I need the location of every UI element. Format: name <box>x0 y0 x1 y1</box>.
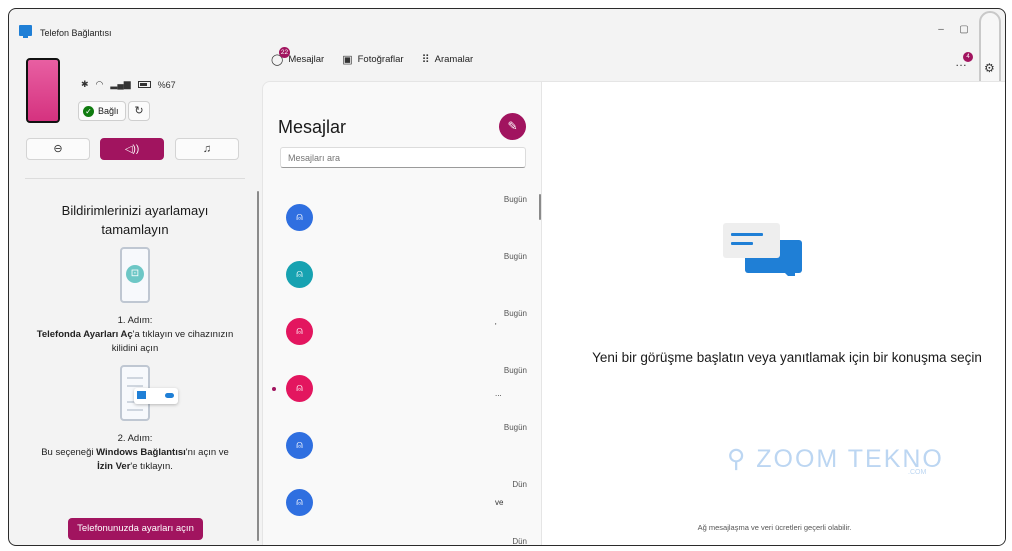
phone-link-app-icon <box>19 25 32 38</box>
conversation-item[interactable]: ⍝ Bugün <box>263 247 533 304</box>
tab-calls[interactable]: ⠿ Aramalar <box>422 53 474 66</box>
toggle-icon <box>165 393 174 398</box>
tab-bar: ◯ 22 Mesajlar ▣ Fotoğraflar ⠿ Aramalar <box>271 47 474 66</box>
conversation-snippet: ve <box>495 498 504 507</box>
messages-badge: 22 <box>279 47 290 58</box>
photo-icon: ▣ <box>342 54 353 66</box>
conversation-date: Dün <box>512 537 527 546</box>
conversations-scrollbar[interactable] <box>539 194 541 220</box>
left-scrollbar[interactable] <box>257 191 259 541</box>
signal-icon: ▂▄▆ <box>110 79 131 89</box>
music-button[interactable]: ♫ <box>175 138 239 160</box>
conversation-date: Bugün <box>503 252 527 261</box>
battery-icon <box>137 81 151 88</box>
music-note-icon: ♫ <box>202 143 212 155</box>
conversation-date: Dün <box>512 480 527 489</box>
contact-avatar-icon: ⍝ <box>286 432 313 459</box>
tab-photos[interactable]: ▣ Fotoğraflar <box>342 53 403 66</box>
phone-status-row: ✱ ◠ ▂▄▆ %67 <box>81 79 176 90</box>
conversation-view: Yeni bir görüşme başlatın veya yanıtlama… <box>542 81 1005 545</box>
conversation-item[interactable]: ⍝ Bugün ' <box>263 304 533 361</box>
connection-label: Bağlı <box>98 106 119 116</box>
contact-avatar-icon: ⍝ <box>286 204 313 231</box>
title-bar: Telefon Bağlantısı – ▢ ✕ <box>9 9 1005 41</box>
conversations-panel: Mesajlar ✎ ⍝ Bugün ⍝ Bugün ⍝ Bugün ' ⍝ B… <box>262 81 542 546</box>
wifi-icon: ◠ <box>95 79 104 89</box>
search-messages-input[interactable] <box>280 147 526 168</box>
sound-button[interactable]: ◁)) <box>100 138 164 160</box>
contact-avatar-icon: ⍝ <box>286 261 313 288</box>
lock-icon: ⊡ <box>126 265 144 283</box>
dialpad-icon: ⠿ <box>421 54 430 66</box>
conversation-date: Bugün <box>503 366 527 375</box>
conversation-item[interactable]: ⍝ Bugün ... <box>263 361 533 418</box>
refresh-icon: ↻ <box>134 105 144 117</box>
tab-label: Fotoğraflar <box>357 54 404 65</box>
setup-title: Bildirimlerinizi ayarlamayı tamamlayın <box>61 203 209 237</box>
conversation-item[interactable]: ⍝ Dün <box>263 532 533 546</box>
app-window: Telefon Bağlantısı – ▢ ✕ ✱ ◠ ▂▄▆ %67 ✓ B… <box>8 8 1006 546</box>
toggle-card-illustration <box>134 388 178 404</box>
tab-messages[interactable]: ◯ 22 Mesajlar <box>271 47 325 66</box>
notification-badge: 4 <box>963 52 973 62</box>
phone-image <box>26 58 60 123</box>
step1-heading: 1. Adım: <box>117 315 153 326</box>
illus-line <box>127 377 143 379</box>
open-settings-on-phone-button[interactable]: Telefonunuzda ayarları açın <box>68 518 203 540</box>
step1-text: 1. Adım: Telefonda Ayarları Aç'a tıklayı… <box>29 314 241 356</box>
step1-bold: Telefonda Ayarları Aç <box>36 329 133 340</box>
conversation-date: Bugün <box>503 423 527 432</box>
illus-line <box>127 409 143 411</box>
windows-link-icon <box>137 391 146 399</box>
check-icon: ✓ <box>83 105 94 117</box>
contact-avatar-icon: ⍝ <box>286 318 313 345</box>
carrier-rates-note: Ağ mesajlaşma ve veri ücretleri geçerli … <box>697 523 852 532</box>
step2-heading: 2. Adım: <box>117 433 153 444</box>
tab-label: Aramalar <box>434 54 474 65</box>
conversation-item[interactable]: ⍝ Dün ve <box>263 475 533 532</box>
step2-bold1: Windows Bağlantısı <box>96 447 186 458</box>
step2-text: 2. Adım: Bu seçeneği Windows Bağlantısı'… <box>29 432 241 474</box>
new-message-button[interactable]: ✎ <box>499 113 526 140</box>
unread-indicator <box>272 387 276 391</box>
gear-icon[interactable]: ⚙ <box>984 61 995 75</box>
step2-rest: 'e tıklayın. <box>130 461 173 472</box>
tab-label: Mesajlar <box>288 54 325 65</box>
refresh-button[interactable]: ↻ <box>128 101 150 121</box>
step2-bold2: İzin Ver <box>97 461 131 472</box>
maximize-button[interactable]: ▢ <box>955 24 973 35</box>
phone-unlock-illustration: ⊡ <box>120 247 150 303</box>
minimize-button[interactable]: – <box>932 24 950 35</box>
contact-avatar-icon: ⍝ <box>286 375 313 402</box>
divider <box>25 178 245 179</box>
watermark-sub: .COM <box>908 469 927 476</box>
do-not-disturb-button[interactable]: ⊖ <box>26 138 90 160</box>
step2-mid: 'nı açın ve <box>185 447 229 458</box>
step2-pre: Bu seçeneği <box>41 447 97 458</box>
conversation-item[interactable]: ⍝ Bugün <box>263 418 533 475</box>
conversation-date: Bugün <box>503 195 527 204</box>
conversations-title: Mesajlar <box>278 117 347 137</box>
battery-level: %67 <box>157 79 176 90</box>
conversation-snippet: ... <box>495 389 502 398</box>
left-panel: ✱ ◠ ▂▄▆ %67 ✓ Bağlı ↻ ⊖ ◁)) ♫ Bildirimle… <box>9 41 261 545</box>
compose-icon: ✎ <box>507 119 518 133</box>
empty-state-text: Yeni bir görüşme başlatın veya yanıtlama… <box>592 350 982 365</box>
do-not-disturb-icon: ⊖ <box>53 143 63 155</box>
illus-line <box>127 385 143 387</box>
conversation-item[interactable]: ⍝ Bugün <box>263 190 533 247</box>
bluetooth-icon: ✱ <box>81 79 89 89</box>
connection-status-button[interactable]: ✓ Bağlı <box>78 101 126 121</box>
conversation-snippet: ' <box>495 322 497 331</box>
app-title: Telefon Bağlantısı <box>40 28 112 38</box>
conversation-date: Bugün <box>503 309 527 318</box>
contact-avatar-icon: ⍝ <box>286 489 313 516</box>
chat-bubbles-icon <box>723 223 802 276</box>
speaker-icon: ◁)) <box>124 144 140 155</box>
